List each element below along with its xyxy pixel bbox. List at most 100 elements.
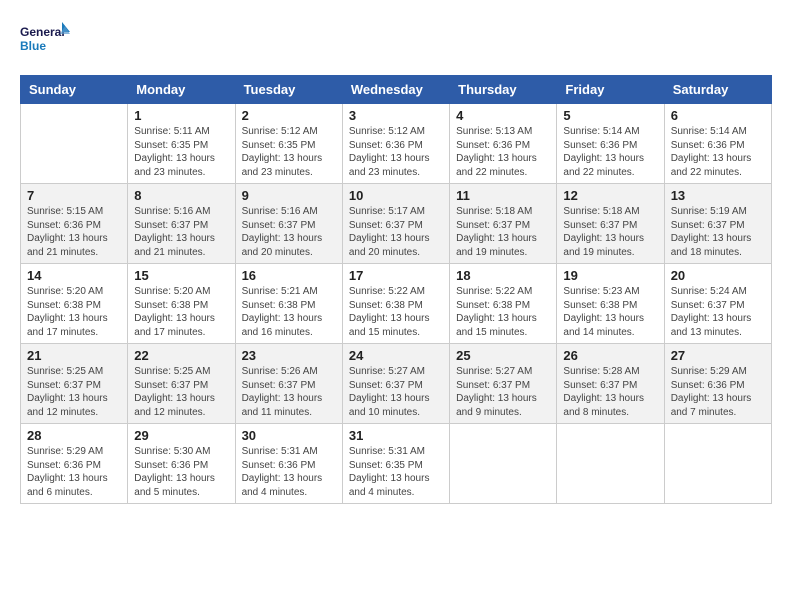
calendar-cell: 30 Sunrise: 5:31 AM Sunset: 6:36 PM Dayli…: [235, 424, 342, 504]
day-number: 1: [134, 108, 228, 123]
day-info: Sunrise: 5:18 AM Sunset: 6:37 PM Dayligh…: [563, 205, 657, 259]
svg-text:General: General: [20, 25, 65, 39]
day-number: 24: [349, 348, 443, 363]
logo: General Blue: [20, 20, 74, 65]
day-info: Sunrise: 5:19 AM Sunset: 6:37 PM Dayligh…: [671, 205, 765, 259]
calendar-week-row: 28 Sunrise: 5:29 AM Sunset: 6:36 PM Dayli…: [21, 424, 772, 504]
weekday-header-thursday: Thursday: [450, 76, 557, 104]
logo-graphic: General Blue: [20, 20, 70, 65]
day-number: 28: [27, 428, 121, 443]
day-info: Sunrise: 5:22 AM Sunset: 6:38 PM Dayligh…: [456, 285, 550, 339]
day-info: Sunrise: 5:16 AM Sunset: 6:37 PM Dayligh…: [242, 205, 336, 259]
calendar-table: SundayMondayTuesdayWednesdayThursdayFrid…: [20, 75, 772, 504]
day-number: 29: [134, 428, 228, 443]
calendar-cell: 24 Sunrise: 5:27 AM Sunset: 6:37 PM Dayli…: [342, 344, 449, 424]
day-number: 3: [349, 108, 443, 123]
calendar-cell: 31Sunrise: 5:31 AM Sunset: 6:35 PM Dayli…: [342, 424, 449, 504]
calendar-cell: 29 Sunrise: 5:30 AM Sunset: 6:36 PM Dayli…: [128, 424, 235, 504]
day-info: Sunrise: 5:15 AM Sunset: 6:36 PM Dayligh…: [27, 205, 121, 259]
day-info: Sunrise: 5:27 AM Sunset: 6:37 PM Dayligh…: [349, 365, 443, 419]
day-number: 12: [563, 188, 657, 203]
day-info: Sunrise: 5:23 AM Sunset: 6:38 PM Dayligh…: [563, 285, 657, 339]
weekday-header-monday: Monday: [128, 76, 235, 104]
calendar-cell: 21 Sunrise: 5:25 AM Sunset: 6:37 PM Dayli…: [21, 344, 128, 424]
day-info: Sunrise: 5:13 AM Sunset: 6:36 PM Dayligh…: [456, 125, 550, 179]
calendar-cell: 8 Sunrise: 5:16 AM Sunset: 6:37 PM Daylig…: [128, 184, 235, 264]
day-number: 16: [242, 268, 336, 283]
day-number: 7: [27, 188, 121, 203]
day-number: 14: [27, 268, 121, 283]
day-info: Sunrise: 5:12 AM Sunset: 6:35 PM Dayligh…: [242, 125, 336, 179]
day-info: Sunrise: 5:12 AM Sunset: 6:36 PM Dayligh…: [349, 125, 443, 179]
weekday-header-wednesday: Wednesday: [342, 76, 449, 104]
calendar-cell: 19 Sunrise: 5:23 AM Sunset: 6:38 PM Dayli…: [557, 264, 664, 344]
day-info: Sunrise: 5:20 AM Sunset: 6:38 PM Dayligh…: [27, 285, 121, 339]
calendar-cell: [450, 424, 557, 504]
calendar-cell: 28 Sunrise: 5:29 AM Sunset: 6:36 PM Dayli…: [21, 424, 128, 504]
weekday-header-saturday: Saturday: [664, 76, 771, 104]
day-info: Sunrise: 5:14 AM Sunset: 6:36 PM Dayligh…: [563, 125, 657, 179]
calendar-cell: 16 Sunrise: 5:21 AM Sunset: 6:38 PM Dayli…: [235, 264, 342, 344]
day-number: 9: [242, 188, 336, 203]
day-number: 31: [349, 428, 443, 443]
day-number: 19: [563, 268, 657, 283]
calendar-cell: 14 Sunrise: 5:20 AM Sunset: 6:38 PM Dayli…: [21, 264, 128, 344]
day-info: Sunrise: 5:11 AM Sunset: 6:35 PM Dayligh…: [134, 125, 228, 179]
calendar-cell: 12 Sunrise: 5:18 AM Sunset: 6:37 PM Dayli…: [557, 184, 664, 264]
day-number: 20: [671, 268, 765, 283]
day-info: Sunrise: 5:25 AM Sunset: 6:37 PM Dayligh…: [27, 365, 121, 419]
day-info: Sunrise: 5:16 AM Sunset: 6:37 PM Dayligh…: [134, 205, 228, 259]
day-info: Sunrise: 5:31 AM Sunset: 6:36 PM Dayligh…: [242, 445, 336, 499]
calendar-cell: 22Sunrise: 5:25 AM Sunset: 6:37 PM Dayli…: [128, 344, 235, 424]
calendar-cell: 7 Sunrise: 5:15 AM Sunset: 6:36 PM Daylig…: [21, 184, 128, 264]
calendar-cell: 20Sunrise: 5:24 AM Sunset: 6:37 PM Dayli…: [664, 264, 771, 344]
day-info: Sunrise: 5:29 AM Sunset: 6:36 PM Dayligh…: [27, 445, 121, 499]
day-number: 10: [349, 188, 443, 203]
calendar-week-row: 21 Sunrise: 5:25 AM Sunset: 6:37 PM Dayli…: [21, 344, 772, 424]
day-info: Sunrise: 5:29 AM Sunset: 6:36 PM Dayligh…: [671, 365, 765, 419]
day-number: 17: [349, 268, 443, 283]
calendar-cell: [557, 424, 664, 504]
day-number: 27: [671, 348, 765, 363]
calendar-cell: 11 Sunrise: 5:18 AM Sunset: 6:37 PM Dayli…: [450, 184, 557, 264]
day-number: 5: [563, 108, 657, 123]
day-number: 23: [242, 348, 336, 363]
day-number: 30: [242, 428, 336, 443]
page-header: General Blue: [20, 20, 772, 65]
calendar-cell: 27 Sunrise: 5:29 AM Sunset: 6:36 PM Dayli…: [664, 344, 771, 424]
calendar-cell: 15 Sunrise: 5:20 AM Sunset: 6:38 PM Dayli…: [128, 264, 235, 344]
day-number: 8: [134, 188, 228, 203]
calendar-cell: 13Sunrise: 5:19 AM Sunset: 6:37 PM Dayli…: [664, 184, 771, 264]
calendar-cell: 4 Sunrise: 5:13 AM Sunset: 6:36 PM Daylig…: [450, 104, 557, 184]
day-info: Sunrise: 5:25 AM Sunset: 6:37 PM Dayligh…: [134, 365, 228, 419]
calendar-cell: [21, 104, 128, 184]
weekday-header-friday: Friday: [557, 76, 664, 104]
calendar-cell: 18 Sunrise: 5:22 AM Sunset: 6:38 PM Dayli…: [450, 264, 557, 344]
day-number: 11: [456, 188, 550, 203]
day-number: 26: [563, 348, 657, 363]
calendar-cell: 1 Sunrise: 5:11 AM Sunset: 6:35 PM Daylig…: [128, 104, 235, 184]
svg-text:Blue: Blue: [20, 39, 46, 53]
day-number: 2: [242, 108, 336, 123]
day-info: Sunrise: 5:22 AM Sunset: 6:38 PM Dayligh…: [349, 285, 443, 339]
calendar-cell: 2 Sunrise: 5:12 AM Sunset: 6:35 PM Daylig…: [235, 104, 342, 184]
day-number: 21: [27, 348, 121, 363]
calendar-cell: 10 Sunrise: 5:17 AM Sunset: 6:37 PM Dayli…: [342, 184, 449, 264]
day-info: Sunrise: 5:20 AM Sunset: 6:38 PM Dayligh…: [134, 285, 228, 339]
day-info: Sunrise: 5:14 AM Sunset: 6:36 PM Dayligh…: [671, 125, 765, 179]
day-number: 15: [134, 268, 228, 283]
weekday-header-tuesday: Tuesday: [235, 76, 342, 104]
day-info: Sunrise: 5:28 AM Sunset: 6:37 PM Dayligh…: [563, 365, 657, 419]
calendar-week-row: 14 Sunrise: 5:20 AM Sunset: 6:38 PM Dayli…: [21, 264, 772, 344]
weekday-header-row: SundayMondayTuesdayWednesdayThursdayFrid…: [21, 76, 772, 104]
day-number: 6: [671, 108, 765, 123]
day-info: Sunrise: 5:21 AM Sunset: 6:38 PM Dayligh…: [242, 285, 336, 339]
day-info: Sunrise: 5:18 AM Sunset: 6:37 PM Dayligh…: [456, 205, 550, 259]
day-number: 4: [456, 108, 550, 123]
day-info: Sunrise: 5:30 AM Sunset: 6:36 PM Dayligh…: [134, 445, 228, 499]
calendar-cell: 25Sunrise: 5:27 AM Sunset: 6:37 PM Dayli…: [450, 344, 557, 424]
day-number: 18: [456, 268, 550, 283]
day-info: Sunrise: 5:17 AM Sunset: 6:37 PM Dayligh…: [349, 205, 443, 259]
calendar-cell: 6 Sunrise: 5:14 AM Sunset: 6:36 PM Daylig…: [664, 104, 771, 184]
day-number: 25: [456, 348, 550, 363]
